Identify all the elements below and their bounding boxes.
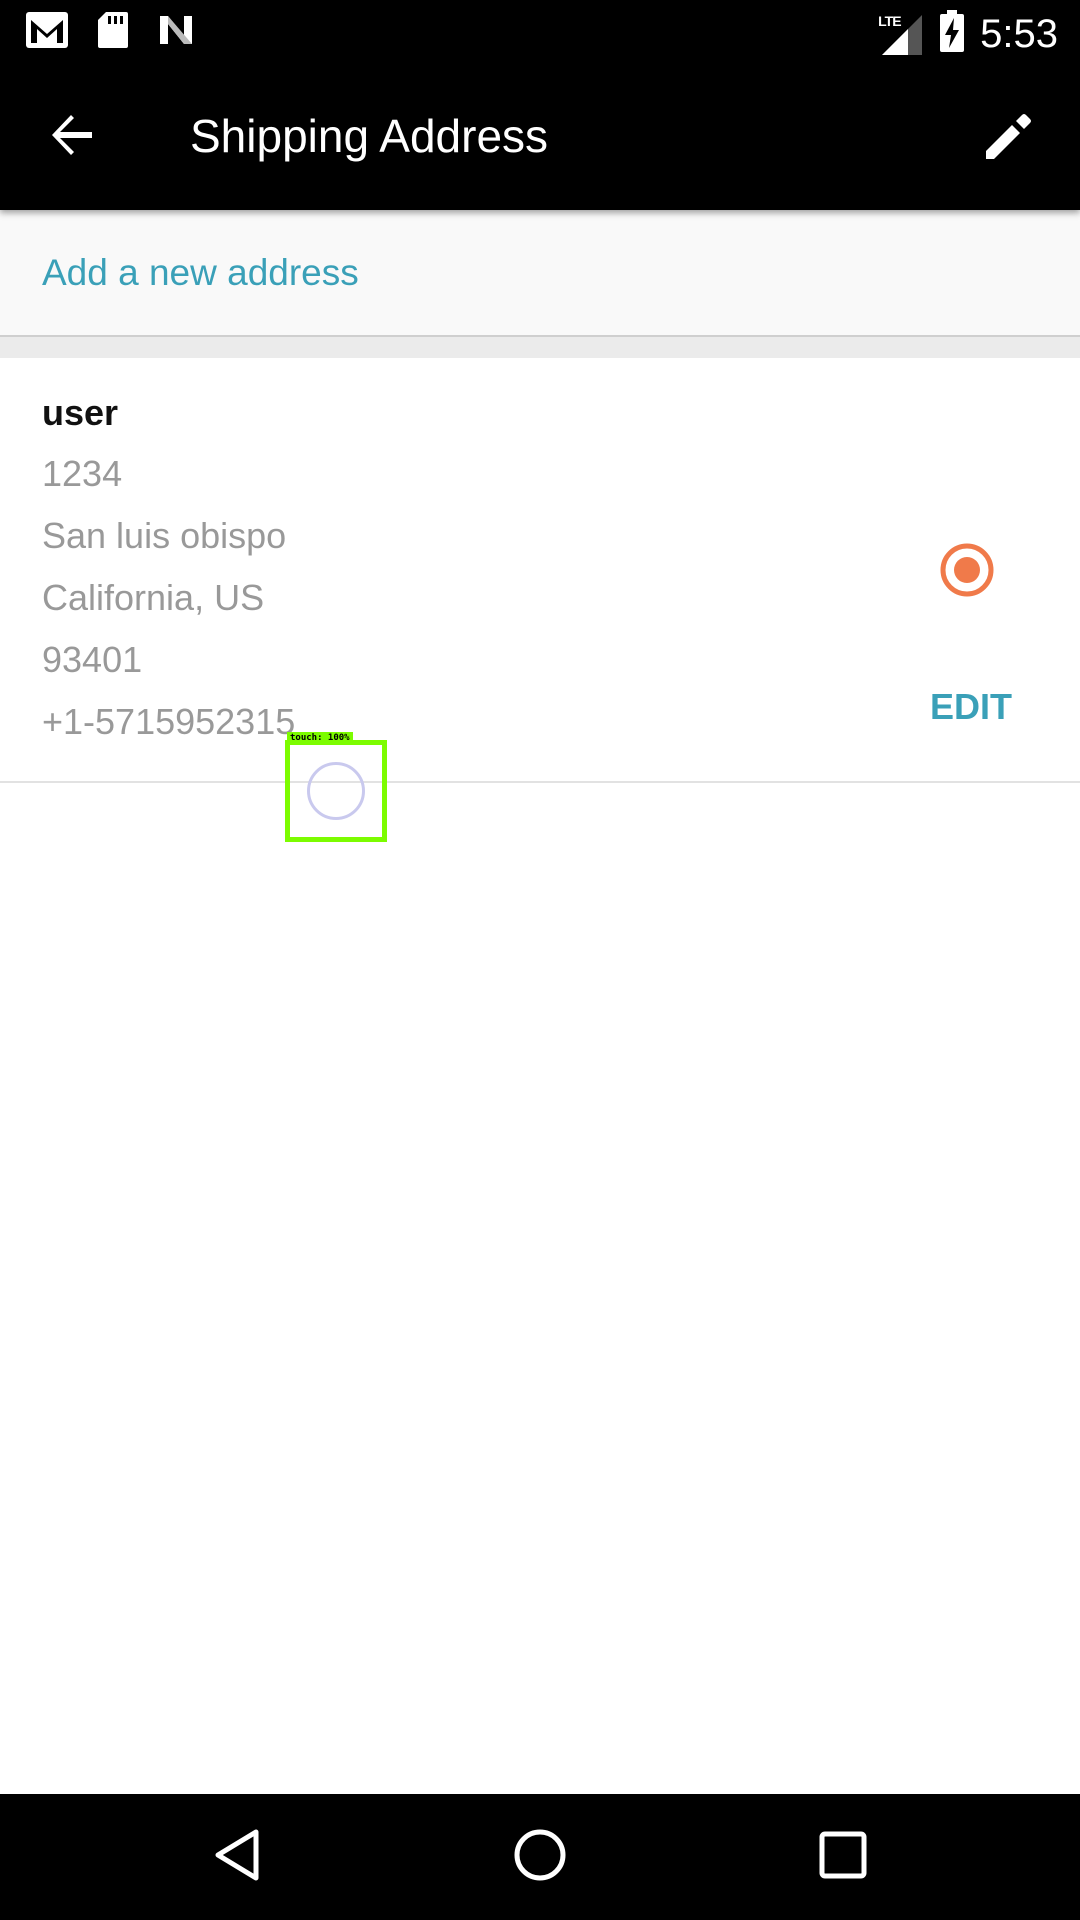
nav-recents-button[interactable] [813, 1827, 873, 1887]
status-left-icons [24, 10, 196, 55]
address-select-radio[interactable] [940, 543, 994, 597]
pencil-icon [982, 111, 1034, 168]
app-bar: Shipping Address [0, 63, 1080, 210]
add-address-row[interactable]: Add a new address [0, 210, 1080, 337]
address-city: San luis obispo [42, 515, 287, 556]
arrow-left-icon [48, 111, 96, 164]
gmail-icon [24, 10, 70, 55]
address-name: user [42, 392, 119, 433]
n-icon [156, 10, 196, 55]
touch-indicator-label: touch: 100% [287, 732, 353, 744]
back-triangle-icon [212, 1828, 262, 1887]
edit-addresses-button[interactable] [976, 107, 1040, 171]
touch-point-circle [307, 762, 365, 820]
edit-address-button[interactable]: EDIT [930, 684, 1012, 730]
address-region: California, US [42, 577, 265, 618]
section-divider [0, 337, 1080, 358]
screen: LTE 5:53 Shipping Address Add a new addr… [0, 0, 1080, 1920]
address-phone: +1-5715952315 [42, 701, 296, 742]
back-button[interactable] [40, 105, 104, 169]
battery-charging-icon [938, 8, 966, 59]
add-address-link[interactable]: Add a new address [42, 250, 359, 296]
nav-back-button[interactable] [207, 1827, 267, 1887]
home-circle-icon [513, 1828, 567, 1887]
page-title: Shipping Address [190, 110, 549, 162]
status-right-icons: LTE 5:53 [878, 8, 1058, 59]
status-time: 5:53 [980, 11, 1058, 56]
address-card[interactable]: user 1234 San luis obispo California, US… [0, 358, 1080, 783]
navigation-bar [0, 1794, 1080, 1920]
status-bar: LTE 5:53 [0, 0, 1080, 63]
recents-square-icon [818, 1830, 868, 1885]
nav-home-button[interactable] [510, 1827, 570, 1887]
lte-signal-icon: LTE [878, 11, 924, 57]
address-line1: 1234 [42, 453, 123, 494]
sd-card-icon [96, 10, 130, 55]
address-postal: 93401 [42, 639, 143, 680]
